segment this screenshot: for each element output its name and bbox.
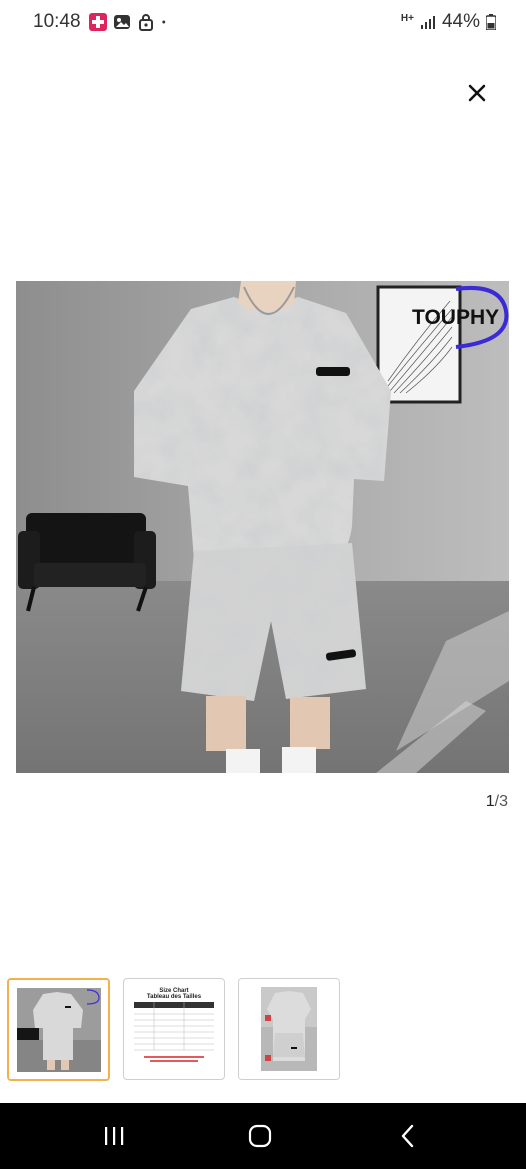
status-bar: 10:48 H+ 44% [0, 0, 526, 44]
status-time: 10:48 [33, 11, 81, 32]
thumbnail-image-3 [239, 979, 339, 1079]
medical-app-icon [89, 13, 107, 31]
thumbnail-product-photo[interactable] [7, 978, 110, 1081]
back-icon[interactable] [393, 1121, 423, 1151]
navigation-bar [0, 1103, 526, 1169]
status-right: H+ 44% [401, 11, 496, 33]
notification-icons [89, 13, 171, 31]
page-current: 1 [485, 793, 495, 810]
battery-icon [486, 14, 496, 30]
signal-icon [420, 16, 435, 29]
product-image[interactable]: TOUPHY [16, 281, 509, 773]
home-icon[interactable] [245, 1121, 275, 1151]
recents-icon[interactable] [99, 1121, 129, 1151]
product-photo: TOUPHY [16, 281, 509, 773]
size-chart-preview: Size Chart Tableau des Tailles [124, 979, 224, 1073]
battery-text: 44% [441, 11, 480, 32]
thumbnail-strip: Size Chart Tableau des Tailles [7, 978, 340, 1081]
gallery-icon [114, 15, 130, 29]
wall-frame [376, 285, 462, 404]
size-table-graphic [134, 1002, 214, 1062]
page-total: /3 [494, 793, 508, 810]
close-icon[interactable] [462, 78, 492, 108]
network-type: H+ [400, 13, 414, 24]
thumbnail-size-chart[interactable]: Size Chart Tableau des Tailles [123, 978, 225, 1080]
page-indicator: 1/3 [486, 793, 508, 811]
thumbnail-model-photo[interactable] [238, 978, 340, 1080]
svg-text:TOUPHY: TOUPHY [412, 306, 499, 329]
lock-icon [139, 14, 153, 31]
dot-icon [162, 20, 166, 24]
thumbnail-image [9, 980, 108, 1079]
